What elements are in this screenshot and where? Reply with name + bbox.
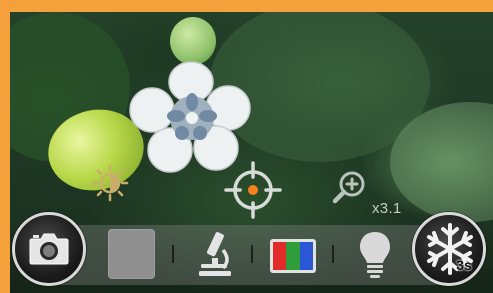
camera-icon — [29, 233, 69, 265]
zoom-in-icon[interactable] — [329, 168, 369, 208]
magnifier-app: x3.1 3s — [0, 0, 493, 293]
zoom-level-label: x3.1 — [372, 200, 402, 217]
light-bulb-icon[interactable] — [357, 230, 393, 280]
blue-band — [299, 242, 313, 270]
flower-bud — [170, 17, 216, 65]
red-band — [273, 242, 287, 270]
focus-crosshair-icon[interactable] — [222, 160, 284, 220]
grayscale-toggle-button[interactable] — [108, 229, 155, 279]
focus-point — [248, 185, 258, 195]
freeze-frame-button[interactable]: 3s — [412, 212, 486, 286]
toolbar-separator — [172, 245, 174, 263]
toolbar-separator — [251, 245, 253, 263]
color-mode-button[interactable] — [270, 239, 316, 273]
bottom-toolbar — [40, 225, 460, 285]
toolbar-separator — [332, 245, 334, 263]
capture-button[interactable] — [12, 212, 86, 286]
green-band — [286, 242, 300, 270]
microscope-icon[interactable] — [195, 230, 235, 278]
brightness-icon[interactable] — [90, 163, 130, 203]
timer-label: 3s — [456, 257, 472, 273]
